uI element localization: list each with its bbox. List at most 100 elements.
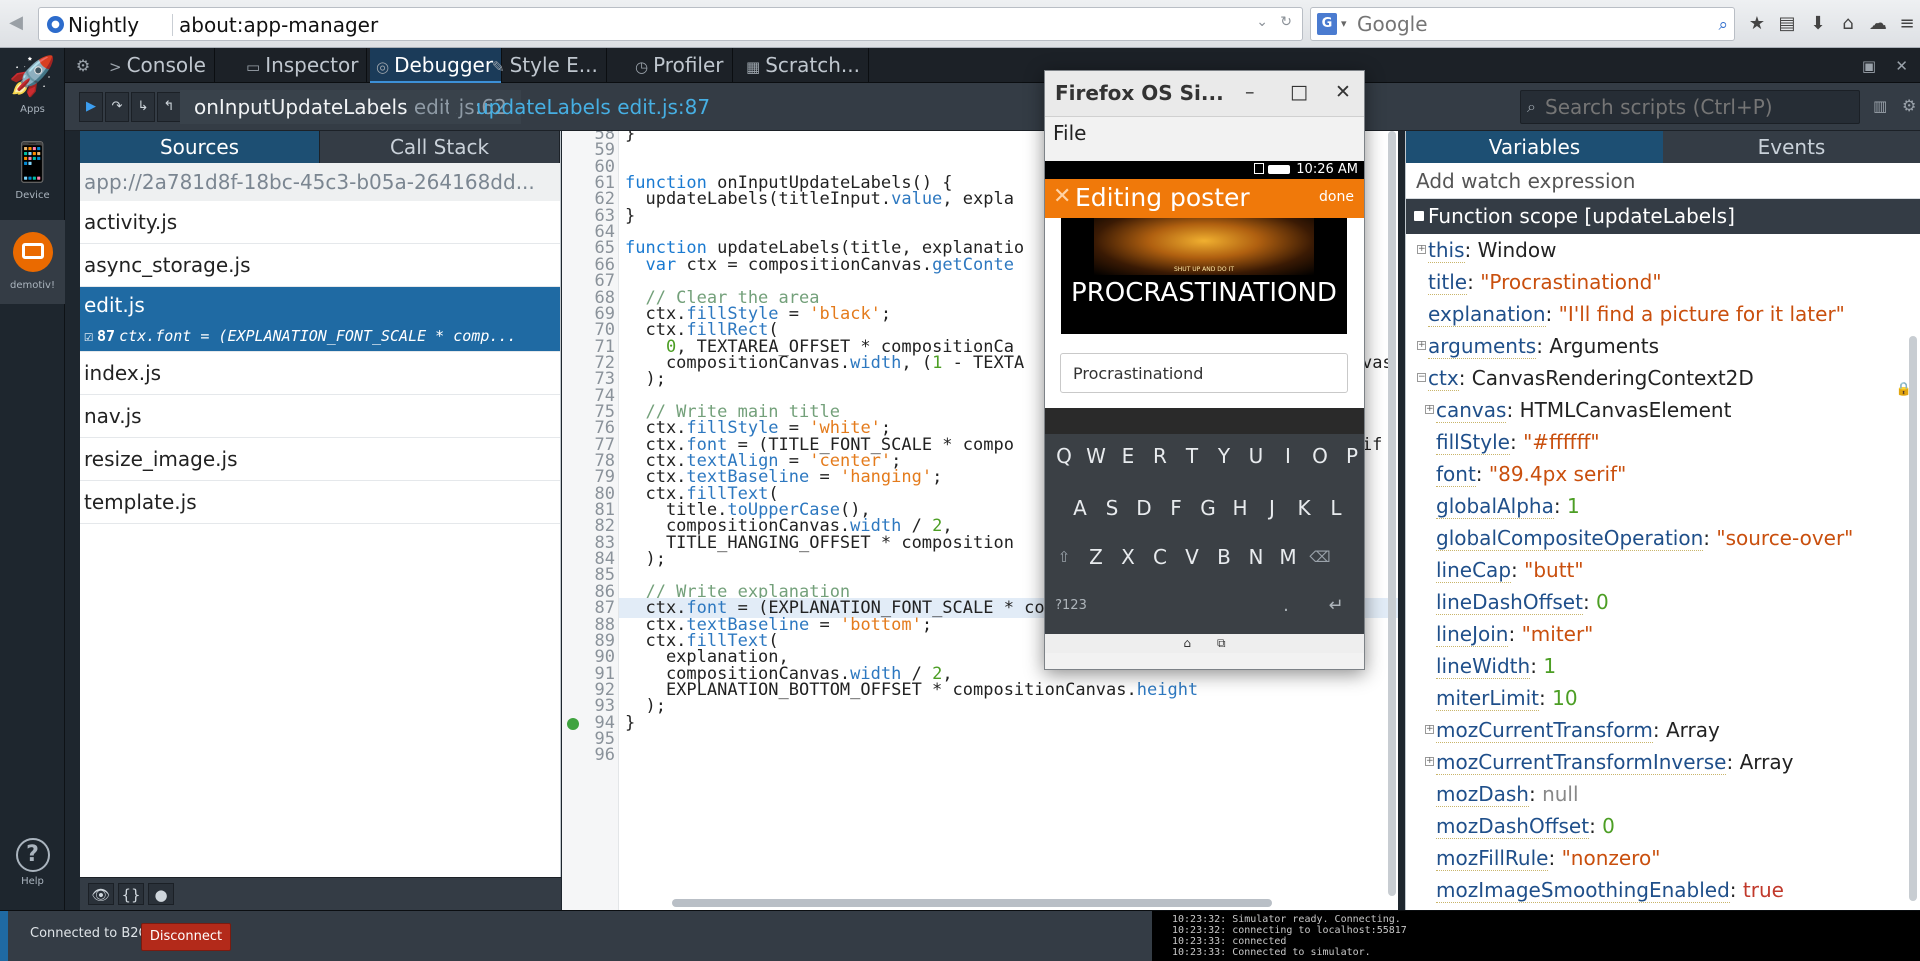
keyboard-key[interactable]: ?123 bbox=[1049, 588, 1093, 624]
reading-list-icon[interactable]: ▤ bbox=[1775, 12, 1799, 36]
cloud-icon[interactable]: ☁ bbox=[1866, 12, 1890, 36]
title-input[interactable] bbox=[1073, 362, 1333, 384]
expand-icon[interactable]: + bbox=[1417, 245, 1426, 254]
close-icon[interactable]: ✕ bbox=[1053, 184, 1071, 209]
breakpoint-marker[interactable] bbox=[567, 718, 579, 730]
sidebar-item-apps[interactable]: 🚀 Apps bbox=[0, 48, 65, 132]
keyboard-key[interactable]: L bbox=[1321, 490, 1351, 526]
home-icon[interactable]: ⌂ bbox=[1836, 12, 1860, 36]
expand-icon[interactable]: + bbox=[1425, 725, 1434, 734]
source-item[interactable]: template.js bbox=[80, 481, 560, 524]
keyboard-key[interactable]: C bbox=[1145, 539, 1175, 575]
back-arrow-icon[interactable]: ◀ bbox=[6, 12, 26, 34]
keyboard-key[interactable]: T bbox=[1177, 438, 1207, 474]
source-item[interactable]: edit.js ☑ 87 ctx.font = (EXPLANATION_FONT_S… bbox=[80, 287, 560, 352]
keyboard-key[interactable]: ⌫ bbox=[1305, 539, 1335, 575]
source-item[interactable]: async_storage.js bbox=[80, 244, 560, 287]
keyboard-key[interactable]: Z bbox=[1081, 539, 1111, 575]
search-engine-icon[interactable]: G bbox=[1317, 13, 1337, 35]
keyboard-key[interactable]: D bbox=[1129, 490, 1159, 526]
expand-icon[interactable]: + bbox=[1417, 341, 1426, 350]
pretty-print-icon[interactable]: {} bbox=[118, 883, 144, 905]
sidebar-item-running-app[interactable]: demotiv! bbox=[0, 220, 65, 304]
close-icon[interactable]: ✕ bbox=[1895, 57, 1908, 75]
keyboard-key[interactable]: F bbox=[1161, 490, 1191, 526]
keyboard-key[interactable]: A bbox=[1065, 490, 1095, 526]
url-bar[interactable]: ● Nightly about:app-manager ⌄ ↻ bbox=[38, 7, 1303, 41]
source-item[interactable]: resize_image.js bbox=[80, 438, 560, 481]
scope-header[interactable]: Function scope [updateLabels] bbox=[1406, 199, 1920, 234]
variable-row[interactable]: + mozCurrentTransformInverse: Array bbox=[1406, 746, 1920, 778]
app-switcher-icon[interactable]: ⧉ bbox=[1217, 636, 1226, 650]
close-icon[interactable]: ✕ bbox=[1335, 81, 1351, 103]
keyboard-key[interactable]: G bbox=[1193, 490, 1223, 526]
minimize-icon[interactable]: – bbox=[1245, 81, 1255, 103]
search-input[interactable] bbox=[1357, 12, 1697, 36]
search-icon[interactable]: ⌕ bbox=[1718, 15, 1728, 35]
maximize-icon[interactable]: □ bbox=[1290, 81, 1308, 103]
expand-icon[interactable]: + bbox=[1425, 405, 1434, 414]
breadcrumb-frame-2[interactable]: updateLabels edit.js:87 bbox=[462, 90, 724, 124]
keyboard-key[interactable]: B bbox=[1209, 539, 1239, 575]
vertical-scrollbar[interactable] bbox=[1388, 131, 1396, 896]
sidebar-item-help[interactable]: ? Help bbox=[0, 838, 65, 908]
home-icon[interactable]: ⌂ bbox=[1183, 636, 1191, 650]
stop-icon[interactable]: ● bbox=[148, 883, 174, 905]
download-icon[interactable]: ⬇ bbox=[1806, 12, 1830, 36]
step-in-button[interactable]: ↳ bbox=[131, 92, 155, 122]
menu-icon[interactable]: ≡ bbox=[1895, 12, 1919, 36]
url-text[interactable]: about:app-manager bbox=[179, 13, 378, 37]
keyboard-key[interactable]: S bbox=[1097, 490, 1127, 526]
tab-events[interactable]: Events bbox=[1663, 131, 1920, 163]
breakpoint-checkbox-icon[interactable]: ☑ bbox=[84, 327, 93, 345]
keyboard-key[interactable]: N bbox=[1241, 539, 1271, 575]
done-button[interactable]: done bbox=[1319, 189, 1354, 205]
keyboard-key[interactable]: O bbox=[1305, 438, 1335, 474]
variable-row[interactable]: + mozCurrentTransform: Array bbox=[1406, 714, 1920, 746]
keyboard-key[interactable]: X bbox=[1113, 539, 1143, 575]
tab-inspector[interactable]: ▭ Inspector bbox=[240, 48, 368, 83]
keyboard-key[interactable]: ⇧ bbox=[1049, 539, 1079, 575]
source-item[interactable]: activity.js bbox=[80, 201, 560, 244]
tab-debugger[interactable]: ◎ Debugger bbox=[370, 48, 503, 83]
tab-variables[interactable]: Variables bbox=[1406, 131, 1663, 163]
horizontal-scrollbar[interactable] bbox=[672, 899, 1272, 907]
line-number[interactable]: 96 bbox=[562, 745, 619, 765]
keyboard-key[interactable]: R bbox=[1145, 438, 1175, 474]
step-out-button[interactable]: ↰ bbox=[157, 92, 181, 122]
keyboard-key[interactable]: E bbox=[1113, 438, 1143, 474]
keyboard-key[interactable]: H bbox=[1225, 490, 1255, 526]
sidebar-item-device[interactable]: 📱 Device bbox=[0, 134, 65, 218]
tab-style-e[interactable]: ✎ Style E... bbox=[486, 48, 607, 83]
menu-file[interactable]: File bbox=[1045, 117, 1364, 149]
title-field[interactable] bbox=[1060, 353, 1348, 393]
resume-button[interactable]: ▶ bbox=[79, 92, 103, 122]
source-item[interactable]: index.js bbox=[80, 352, 560, 395]
blackbox-icon[interactable]: 👁 bbox=[88, 883, 114, 905]
variable-row[interactable]: + this: Window bbox=[1406, 234, 1920, 266]
collapse-icon[interactable]: − bbox=[1417, 373, 1426, 382]
reload-icon[interactable]: ↻ bbox=[1280, 14, 1292, 30]
simulator-titlebar[interactable]: Firefox OS Si... – □ ✕ bbox=[1045, 71, 1364, 117]
keyboard-key[interactable]: Y bbox=[1209, 438, 1239, 474]
tab-scratch[interactable]: ▦ Scratch... bbox=[740, 48, 869, 83]
tab-call-stack[interactable]: Call Stack bbox=[320, 131, 560, 163]
dock-icon[interactable]: ▣ bbox=[1862, 57, 1876, 75]
gear-icon[interactable]: ⚙ bbox=[69, 48, 97, 83]
keyboard-key[interactable]: V bbox=[1177, 539, 1207, 575]
keyboard-key[interactable]: . bbox=[1271, 588, 1301, 624]
variable-row[interactable]: + arguments: Arguments bbox=[1406, 330, 1920, 362]
keyboard-key[interactable]: K bbox=[1289, 490, 1319, 526]
dropdown-chevron-icon[interactable]: ⌄ bbox=[1256, 14, 1268, 30]
keyboard-key[interactable]: P bbox=[1337, 438, 1367, 474]
tab-profiler[interactable]: ◷ Profiler bbox=[629, 48, 733, 83]
keyboard-key[interactable]: Q bbox=[1049, 438, 1079, 474]
breakpoint-entry[interactable]: ☑ 87 ctx.font = (EXPLANATION_FONT_SCALE * … bbox=[84, 327, 549, 345]
line-gutter[interactable]: 58 59 60 61 62 63 64 65 66 67 68 69 70 71 72 73 74 75 76 77… bbox=[562, 131, 619, 910]
keyboard-key[interactable]: W bbox=[1081, 438, 1111, 474]
search-bar[interactable]: G ▾ ⌕ bbox=[1310, 7, 1735, 41]
keyboard-key[interactable]: U bbox=[1241, 438, 1271, 474]
script-search[interactable]: ⌕ bbox=[1520, 90, 1860, 124]
script-search-input[interactable] bbox=[1545, 95, 1850, 119]
variable-row[interactable]: + canvas: HTMLCanvasElement bbox=[1406, 394, 1920, 426]
